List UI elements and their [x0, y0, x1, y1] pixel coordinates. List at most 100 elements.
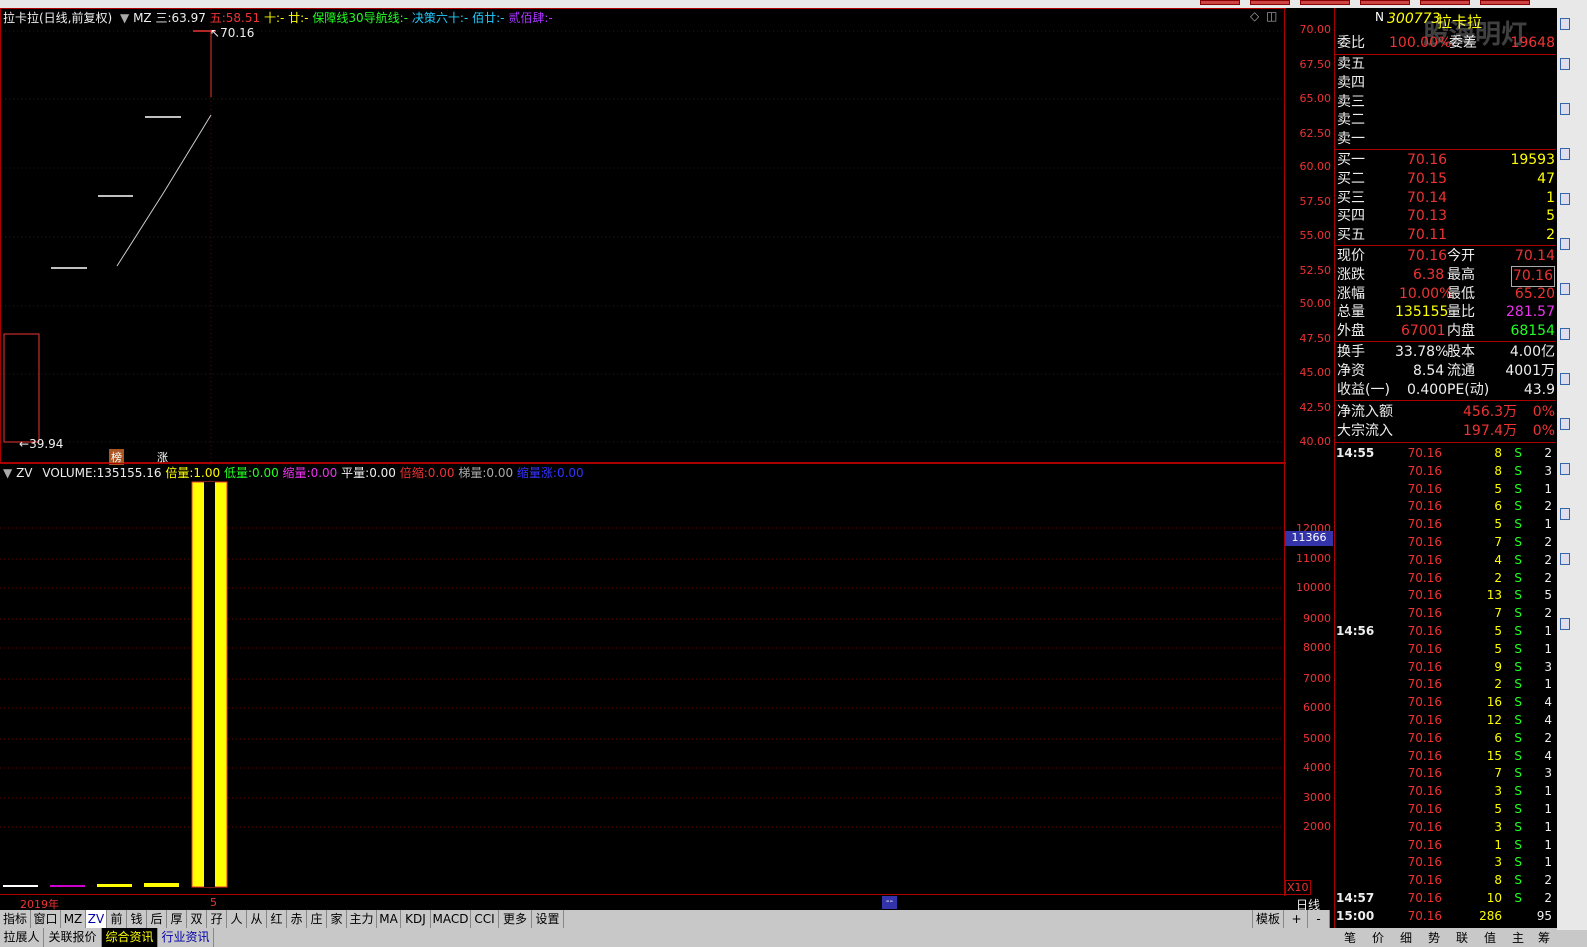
tick-row[interactable]: 70.16 12 S 4: [1336, 711, 1556, 729]
buy-row-2[interactable]: 买二 70.15 47: [1337, 170, 1555, 189]
toolbar-button[interactable]: [1420, 0, 1470, 5]
tick-row[interactable]: 70.16 15 S 4: [1336, 747, 1556, 765]
tab-qian-money[interactable]: 钱: [127, 910, 147, 928]
tick-row[interactable]: 70.16 1 S 1: [1336, 836, 1556, 854]
tab-bi[interactable]: 笔: [1344, 929, 1356, 946]
toolbar-button[interactable]: [1480, 0, 1530, 5]
tab-lazhanren[interactable]: 拉展人: [0, 928, 44, 947]
tab-zv[interactable]: ZV: [86, 910, 107, 928]
tick-row[interactable]: 70.16 6 S 2: [1336, 729, 1556, 747]
tool-icon[interactable]: [1560, 508, 1570, 520]
tab-xi[interactable]: 细: [1400, 929, 1412, 946]
tool-icon[interactable]: [1560, 238, 1570, 250]
tick-row[interactable]: 70.16 3 S 1: [1336, 818, 1556, 836]
tab-industry-news[interactable]: 行业资讯: [158, 928, 214, 947]
toolbar-button[interactable]: [1300, 0, 1350, 5]
tab-qian[interactable]: 前: [107, 910, 127, 928]
sell-row-2[interactable]: 卖二: [1337, 111, 1555, 130]
tab-related-quotes[interactable]: 关联报价: [44, 928, 102, 947]
sell-row-4[interactable]: 卖四: [1337, 74, 1555, 93]
tab-window[interactable]: 窗口: [31, 910, 61, 928]
tick-row[interactable]: 14:55 70.16 8 S 2: [1336, 444, 1556, 462]
buy-row-3[interactable]: 买三 70.14 1: [1337, 189, 1555, 208]
add-tab-button[interactable]: +: [1286, 910, 1308, 928]
buy-row-4[interactable]: 买四 70.13 5: [1337, 207, 1555, 226]
tool-icon[interactable]: [1560, 148, 1570, 160]
tick-row[interactable]: 70.16 5 S 1: [1336, 515, 1556, 533]
tick-row[interactable]: 70.16 8 S 3: [1336, 462, 1556, 480]
buy-row-1[interactable]: 买一 70.16 19593: [1337, 151, 1555, 170]
tool-icon[interactable]: [1560, 193, 1570, 205]
tick-row[interactable]: 70.16 7 S 3: [1336, 764, 1556, 782]
tick-row[interactable]: 15:00 70.16 286 95: [1336, 907, 1556, 925]
tab-settings[interactable]: 设置: [532, 910, 564, 928]
tab-lian[interactable]: 联: [1456, 929, 1468, 946]
volume-chart[interactable]: [0, 463, 1286, 895]
tab-mz[interactable]: MZ: [61, 910, 86, 928]
tab-macd[interactable]: MACD: [431, 910, 471, 928]
tool-icon[interactable]: [1560, 328, 1570, 340]
tick-list[interactable]: 14:55 70.16 8 S 2 70.16 8 S 3 70.16 5 S 1 70.16 6 S 2 70.…: [1336, 444, 1556, 924]
tick-row[interactable]: 70.16 4 S 2: [1336, 551, 1556, 569]
tab-cci[interactable]: CCI: [471, 910, 499, 928]
tab-zi[interactable]: 孖: [207, 910, 227, 928]
toolbar-button[interactable]: [1250, 0, 1290, 5]
toolbar-button[interactable]: [1200, 0, 1240, 5]
candle-ipo-day[interactable]: [3, 333, 40, 443]
tab-zhuang[interactable]: 庄: [307, 910, 327, 928]
tick-row[interactable]: 70.16 3 S 1: [1336, 853, 1556, 871]
tick-row[interactable]: 70.16 2 S 2: [1336, 569, 1556, 587]
tab-jia[interactable]: 家: [327, 910, 347, 928]
buy-row-5[interactable]: 买五 70.11 2: [1337, 226, 1555, 245]
tab-hong[interactable]: 红: [267, 910, 287, 928]
volume-bar[interactable]: [97, 884, 132, 887]
tab-general-news[interactable]: 综合资讯: [102, 928, 158, 947]
tool-icon[interactable]: [1560, 463, 1570, 475]
tool-icon[interactable]: [1560, 418, 1570, 430]
volume-bar[interactable]: [50, 885, 85, 887]
tab-hou[interactable]: 后: [147, 910, 167, 928]
tool-icon[interactable]: [1560, 58, 1570, 70]
tool-icon[interactable]: [1560, 618, 1570, 630]
tool-icon[interactable]: [1560, 283, 1570, 295]
tool-icon[interactable]: [1560, 103, 1570, 115]
tab-indicator[interactable]: 指标: [0, 910, 31, 928]
tab-chi[interactable]: 赤: [287, 910, 307, 928]
price-chart[interactable]: ↖70.16 ←39.94 榜 涨: [0, 8, 1286, 465]
tick-row[interactable]: 70.16 5 S 1: [1336, 480, 1556, 498]
tab-shi[interactable]: 势: [1428, 929, 1440, 946]
sell-row-5[interactable]: 卖五: [1337, 55, 1555, 74]
tab-shuang[interactable]: 双: [187, 910, 207, 928]
tab-ma[interactable]: MA: [377, 910, 401, 928]
tab-jia[interactable]: 价: [1372, 929, 1384, 946]
tab-cong[interactable]: 从: [247, 910, 267, 928]
tick-row[interactable]: 70.16 7 S 2: [1336, 533, 1556, 551]
tool-icon[interactable]: [1560, 553, 1570, 565]
remove-tab-button[interactable]: -: [1308, 910, 1330, 928]
tool-icon[interactable]: [1560, 373, 1570, 385]
tab-more[interactable]: 更多: [499, 910, 532, 928]
tick-row[interactable]: 70.16 8 S 2: [1336, 871, 1556, 889]
tab-zhi[interactable]: 值: [1484, 929, 1496, 946]
tab-template[interactable]: 模板: [1252, 910, 1284, 928]
sell-row-3[interactable]: 卖三: [1337, 93, 1555, 112]
tool-icon[interactable]: [1560, 18, 1570, 30]
tick-row[interactable]: 70.16 16 S 4: [1336, 693, 1556, 711]
tab-hou-thick[interactable]: 厚: [167, 910, 187, 928]
volume-bar[interactable]: [144, 883, 179, 887]
tick-row[interactable]: 70.16 2 S 1: [1336, 675, 1556, 693]
tick-row[interactable]: 70.16 9 S 3: [1336, 658, 1556, 676]
tab-zhu[interactable]: 主: [1512, 929, 1524, 946]
tick-row[interactable]: 70.16 5 S 1: [1336, 640, 1556, 658]
toolbar-button[interactable]: [1360, 0, 1410, 5]
tick-row[interactable]: 14:56 70.16 5 S 1: [1336, 622, 1556, 640]
tick-row[interactable]: 70.16 5 S 1: [1336, 800, 1556, 818]
tick-row[interactable]: 70.16 13 S 5: [1336, 586, 1556, 604]
tab-chou[interactable]: 筹: [1538, 929, 1550, 946]
sell-row-1[interactable]: 卖一: [1337, 130, 1555, 149]
tab-kdj[interactable]: KDJ: [401, 910, 431, 928]
tick-row[interactable]: 14:57 70.16 10 S 2: [1336, 889, 1556, 907]
date-cursor[interactable]: --: [882, 896, 897, 909]
tab-ren[interactable]: 人: [227, 910, 247, 928]
tick-row[interactable]: 70.16 3 S 1: [1336, 782, 1556, 800]
